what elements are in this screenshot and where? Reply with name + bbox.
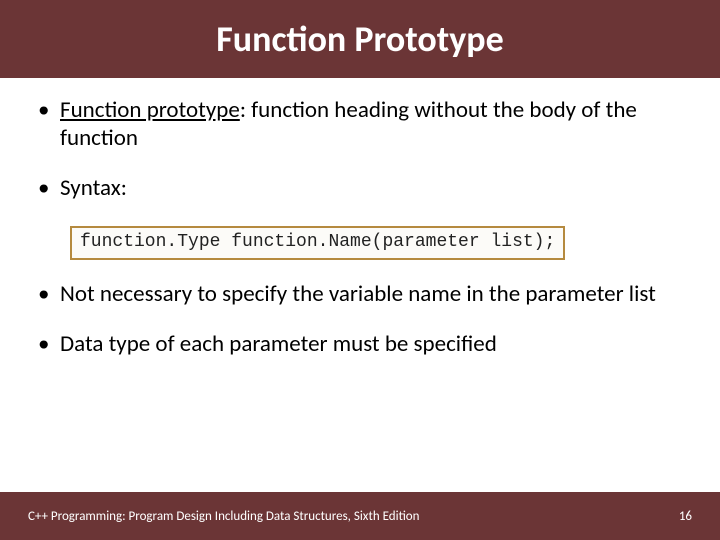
bullet-text: Syntax: [60, 174, 682, 202]
bullet-text: Function prototype: function heading wit… [60, 96, 682, 152]
bullet-item: • Function prototype: function heading w… [38, 96, 682, 152]
bullet-item: • Data type of each parameter must be sp… [38, 330, 682, 358]
slide-title: Function Prototype [216, 17, 503, 61]
bullet-text: Data type of each parameter must be spec… [60, 330, 682, 358]
bullet-marker: • [38, 330, 60, 358]
bullet-text: Not necessary to specify the variable na… [60, 280, 682, 308]
title-bar: Function Prototype [0, 0, 720, 78]
bullet-item: • Not necessary to specify the variable … [38, 280, 682, 308]
bullet-marker: • [38, 280, 60, 308]
bullet-item: • Syntax: [38, 174, 682, 202]
bullet-marker: • [38, 174, 60, 202]
content-area: • Function prototype: function heading w… [0, 78, 720, 540]
bullet-marker: • [38, 96, 60, 152]
page-number: 16 [679, 509, 692, 524]
footer-left: C++ Programming: Program Design Includin… [28, 509, 420, 524]
footer-bar: C++ Programming: Program Design Includin… [0, 492, 720, 540]
syntax-code-box: function.Type function.Name(parameter li… [70, 226, 565, 260]
defined-term: Function prototype [60, 96, 240, 124]
slide: Function Prototype • Function prototype:… [0, 0, 720, 540]
